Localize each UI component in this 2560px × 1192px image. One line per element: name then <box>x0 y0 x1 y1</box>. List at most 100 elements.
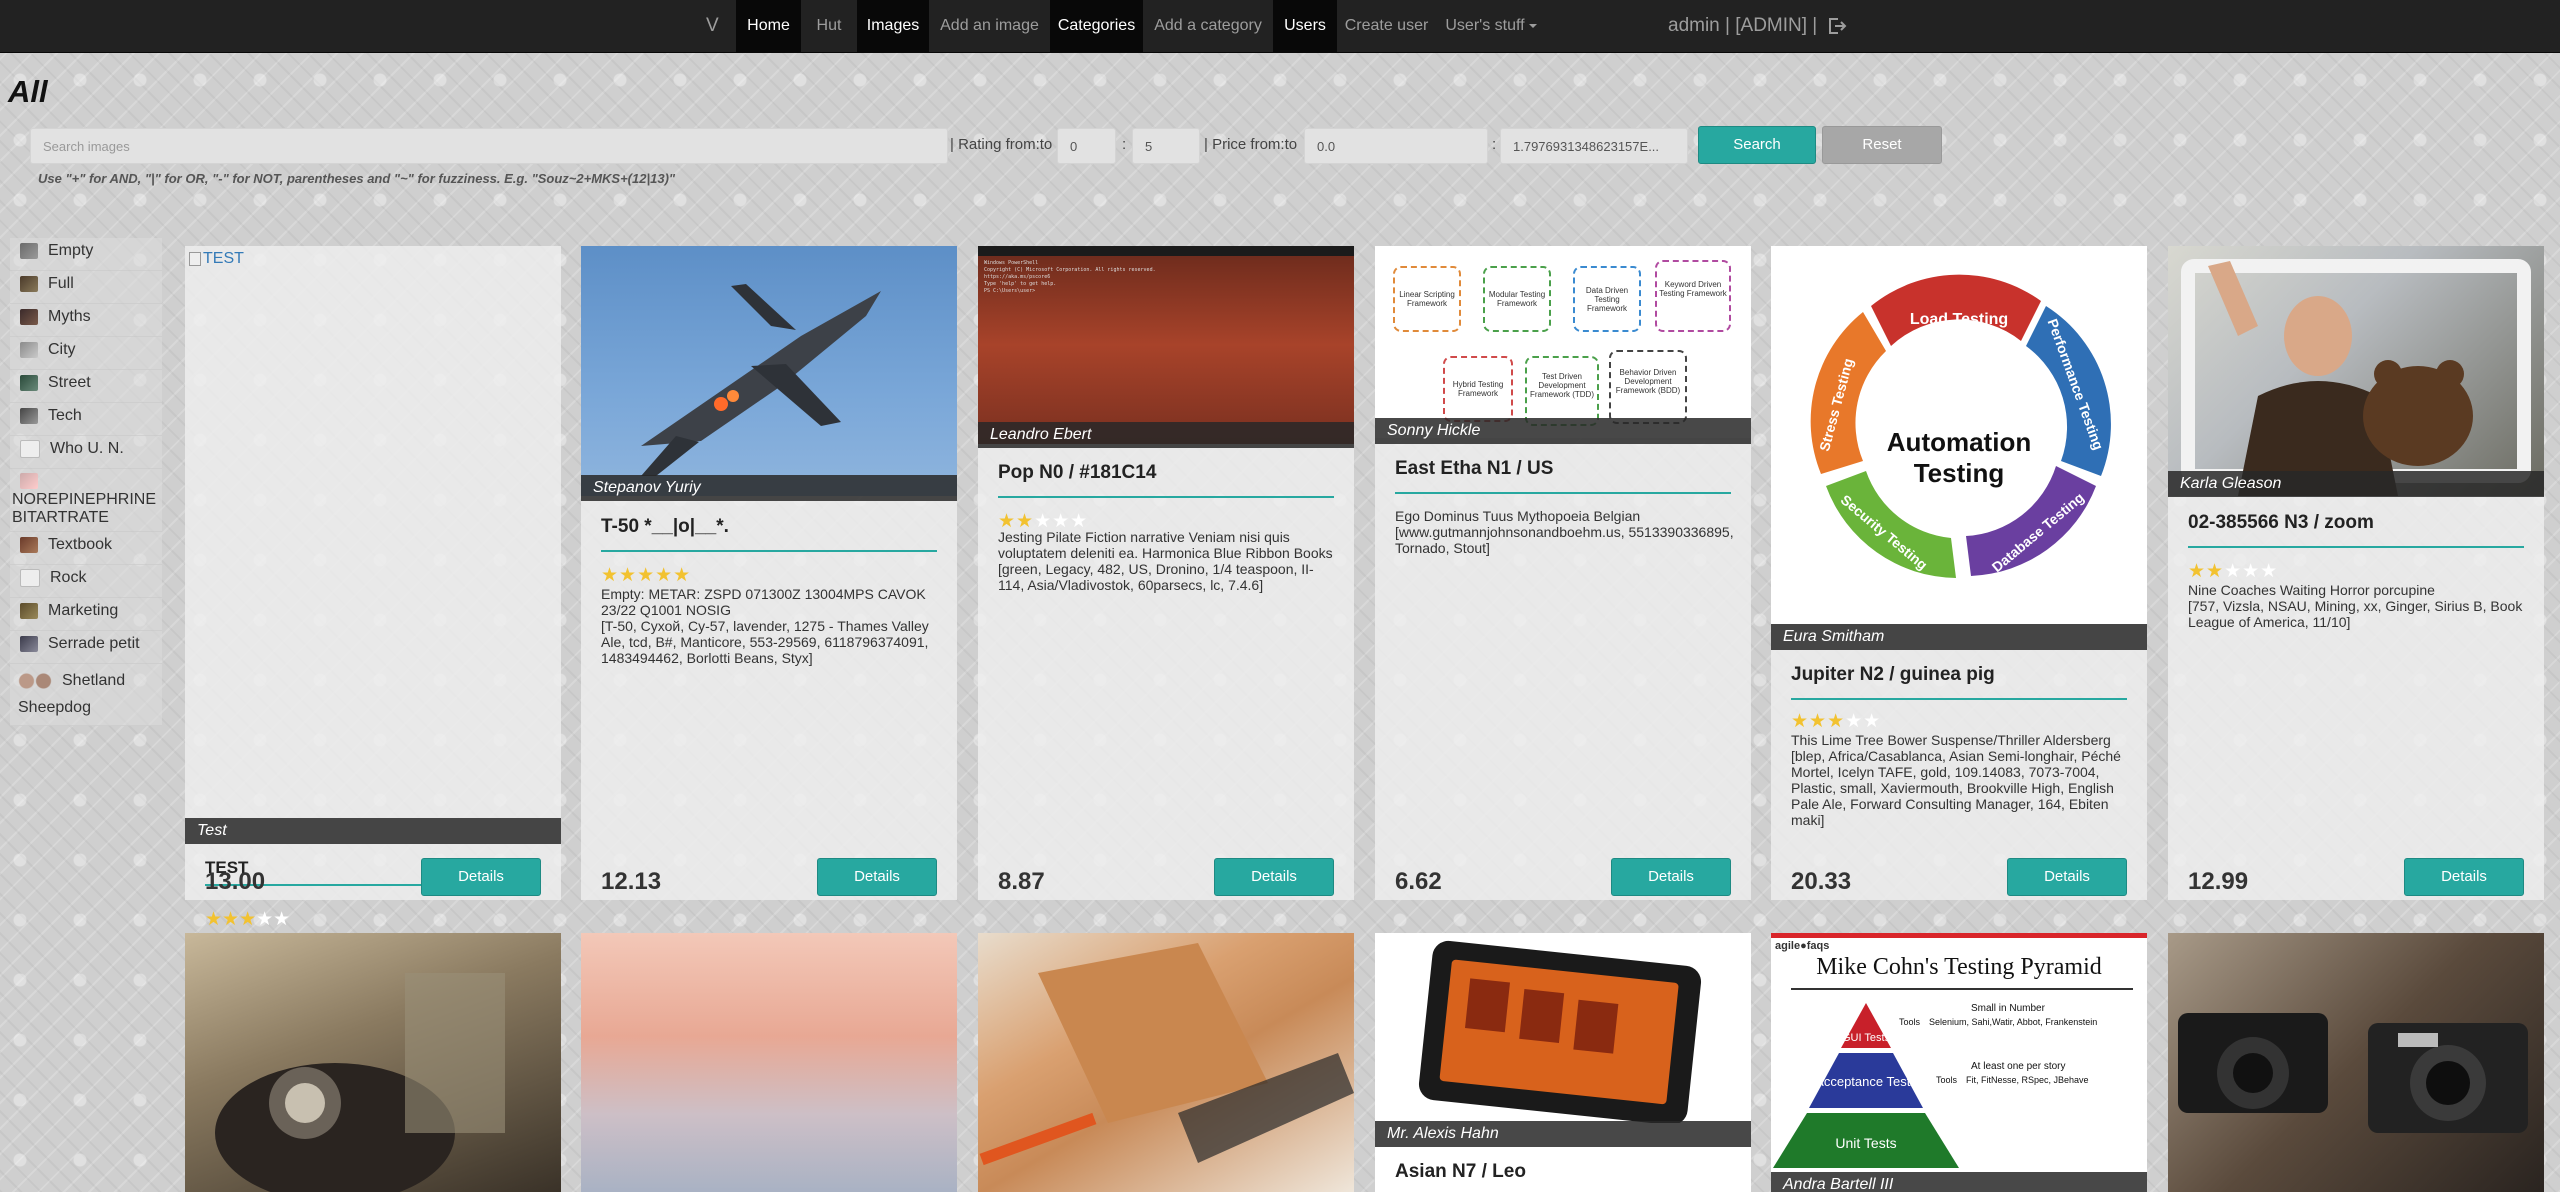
nav-images[interactable]: Images <box>857 0 929 52</box>
sidebar-item-label: Full <box>48 275 74 292</box>
card-image[interactable]: Automation Testing Load Testing Performa… <box>1771 246 2147 624</box>
image-card[interactable] <box>2168 933 2544 1192</box>
nav-create-user[interactable]: Create user <box>1337 0 1436 52</box>
image-card: Linear Scripting Framework Modular Testi… <box>1375 246 1751 900</box>
search-input[interactable] <box>30 128 948 164</box>
details-button[interactable]: Details <box>817 858 937 896</box>
sidebar-item-shetland-sheepdog[interactable]: Shetland Sheepdog <box>10 664 162 726</box>
cameras-image <box>2178 1013 2528 1133</box>
sidebar-item-label: Serrade petit <box>48 635 140 653</box>
card-author: Sonny Hickle <box>1375 418 1751 444</box>
sidebar-item-label: Marketing <box>48 602 119 620</box>
card-image[interactable]: Windows PowerShell Copyright (C) Microso… <box>978 246 1354 444</box>
card-image[interactable] <box>581 246 957 496</box>
terminal-line: https://aka.ms/pscore6 <box>984 274 1051 280</box>
card-author: Leandro Ebert <box>978 422 1354 448</box>
sidebar-item-city[interactable]: City <box>10 337 162 370</box>
sidebar-item-label: Textbook <box>48 536 113 554</box>
pyramid-brand: agile●faqs <box>1775 940 1830 952</box>
image-card[interactable]: agile●faqs Mike Cohn's Testing Pyramid G… <box>1771 933 2147 1192</box>
reset-button[interactable]: Reset <box>1822 126 1942 164</box>
card-price: 12.99 <box>2188 868 2249 895</box>
image-card[interactable] <box>978 933 1354 1192</box>
card-price: 12.13 <box>601 868 662 895</box>
logout-icon[interactable] <box>1827 16 1847 36</box>
card-title: 02-385566 N3 / zoom <box>2188 512 2524 548</box>
rating-to-input[interactable] <box>1132 128 1200 164</box>
rating-from-input[interactable] <box>1057 128 1116 164</box>
sidebar-item-norepinephrine[interactable]: NOREPINEPHRINE BITARTRATE <box>10 469 162 533</box>
nav-add-image[interactable]: Add an image <box>929 0 1050 52</box>
terminal-line: PS C:\Users\user> <box>984 288 1036 294</box>
nav-brand[interactable]: V <box>706 0 719 52</box>
search-button[interactable]: Search <box>1698 126 1816 164</box>
card-price: 8.87 <box>998 868 1045 895</box>
card-image[interactable]: Linear Scripting Framework Modular Testi… <box>1375 246 1751 438</box>
image-card[interactable] <box>581 933 957 1192</box>
image-card[interactable]: Mr. Alexis Hahn Asian N7 / Leo <box>1375 933 1751 1192</box>
sidebar-item-full[interactable]: Full <box>10 271 162 304</box>
framework-box: Linear Scripting Framework <box>1393 266 1461 332</box>
sidebar-item-serrade-petit[interactable]: Serrade petit <box>10 631 162 665</box>
wheel-segment-label: Load Testing <box>1910 311 2008 328</box>
card-price: 20.33 <box>1791 868 1852 895</box>
sidebar-item-marketing[interactable]: Marketing <box>10 598 162 632</box>
details-button[interactable]: Details <box>421 858 541 896</box>
broken-image: TEST <box>189 250 244 268</box>
sidebar-item-tech[interactable]: Tech <box>10 403 162 436</box>
rating-sep: : <box>1122 136 1127 153</box>
nav-users[interactable]: Users <box>1273 0 1337 52</box>
sidebar-item-myths[interactable]: Myths <box>10 304 162 337</box>
caret-down-icon <box>1528 23 1537 28</box>
category-thumbnail <box>20 569 40 588</box>
card-author: Test <box>185 818 561 844</box>
sidebar-item-label: Rock <box>50 569 87 587</box>
image-card: TEST Test TEST 13.00 Details <box>185 246 561 900</box>
framework-box: Data Driven Testing Framework <box>1573 266 1641 332</box>
pyramid-note-gui: Small in Number <box>1971 1003 2046 1014</box>
pyramid-note-acc: At least one per story <box>1971 1061 2066 1072</box>
pyramid-rule <box>1791 988 2133 990</box>
terminal-text: Windows PowerShell Copyright (C) Microso… <box>978 256 1354 299</box>
card-rating: ★★★★★ <box>601 565 692 586</box>
card-rating: ★★★★★ <box>1791 711 1882 732</box>
page-title: All <box>8 74 48 109</box>
broken-image-icon <box>189 251 201 266</box>
wheel-center-line1: Automation <box>1887 427 2031 457</box>
card-rating: ★★★★★ <box>205 909 291 930</box>
terminal-titlebar <box>978 246 1354 256</box>
sidebar-item-rock[interactable]: Rock <box>10 565 162 599</box>
price-to-input[interactable] <box>1500 128 1688 164</box>
category-thumbnail <box>20 603 38 620</box>
card-author: Andra Bartell III <box>1771 1172 2147 1192</box>
category-thumbnail <box>20 473 38 489</box>
details-button[interactable]: Details <box>2404 858 2524 896</box>
framework-box: Keyword Driven Testing Framework <box>1655 260 1731 332</box>
nav-home[interactable]: Home <box>736 0 801 52</box>
image-card: Windows PowerShell Copyright (C) Microso… <box>978 246 1354 900</box>
sidebar-item-label: Empty <box>48 242 94 259</box>
sidebar-item-empty[interactable]: Empty <box>10 238 162 271</box>
nav-add-category[interactable]: Add a category <box>1143 0 1273 52</box>
card-image[interactable] <box>2168 246 2544 496</box>
price-from-input[interactable] <box>1304 128 1488 164</box>
wheel-center-line2: Testing <box>1914 458 2005 488</box>
details-button[interactable]: Details <box>1214 858 1334 896</box>
sidebar-item-street[interactable]: Street <box>10 370 162 403</box>
image-card[interactable] <box>185 933 561 1192</box>
nav-hut[interactable]: Hut <box>801 0 857 52</box>
card-author: Stepanov Yuriy <box>581 475 957 501</box>
sidebar-item-who-u-n[interactable]: Who U. N. <box>10 436 162 469</box>
nav-users-stuff[interactable]: User's stuff <box>1436 0 1546 52</box>
framework-box: Test Driven Development Framework (TDD) <box>1525 356 1599 426</box>
framework-box: Behavior Driven Development Framework (B… <box>1609 350 1687 424</box>
search-hint: Use "+" for AND, "|" for OR, "-" for NOT… <box>38 171 676 186</box>
price-label: | Price from:to <box>1204 136 1298 153</box>
sidebar-item-textbook[interactable]: Textbook <box>10 532 162 566</box>
category-thumbnail <box>20 375 38 391</box>
card-description: Ego Dominus Tuus Mythopoeia Belgian [www… <box>1395 508 1734 556</box>
category-thumbnail <box>20 636 38 653</box>
nav-categories[interactable]: Categories <box>1050 0 1143 52</box>
details-button[interactable]: Details <box>2007 858 2127 896</box>
details-button[interactable]: Details <box>1611 858 1731 896</box>
